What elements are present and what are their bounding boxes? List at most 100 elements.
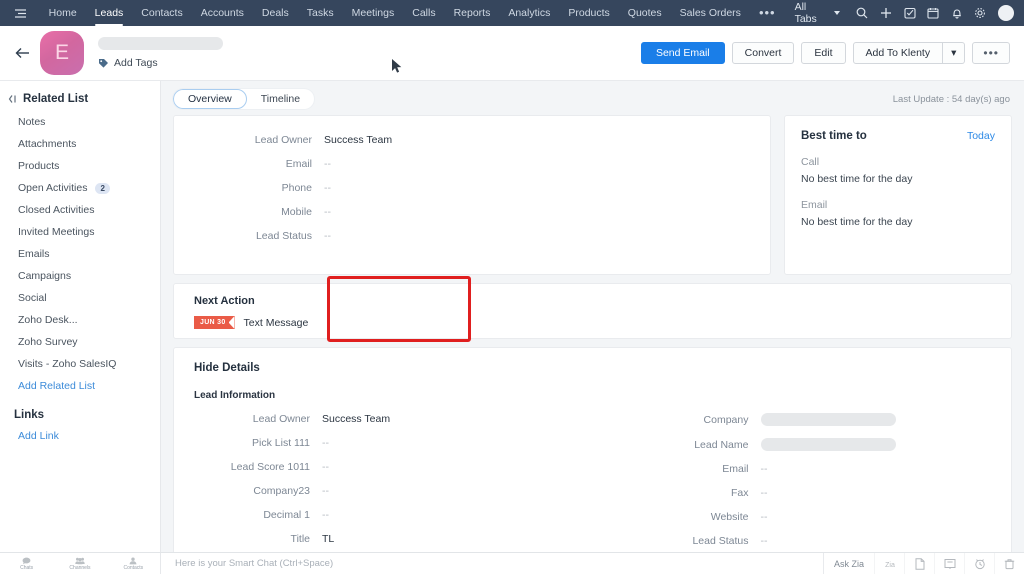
nav-item-analytics[interactable]: Analytics <box>499 0 559 26</box>
field-value[interactable]: -- <box>761 535 768 547</box>
detail-field-decimal-1: Decimal 1 -- <box>174 509 593 521</box>
sidebar-item-attachments[interactable]: Attachments <box>0 133 160 155</box>
field-value[interactable]: TL <box>322 533 334 545</box>
sidebar-item-zoho-desk[interactable]: Zoho Desk... <box>0 309 160 331</box>
tab-timeline[interactable]: Timeline <box>247 89 314 109</box>
back-arrow-icon[interactable] <box>10 40 36 66</box>
field-value[interactable]: -- <box>761 463 768 475</box>
hide-details-toggle[interactable]: Hide Details <box>174 362 1011 390</box>
field-value[interactable]: -- <box>322 461 329 473</box>
sidebar-item-emails[interactable]: Emails <box>0 243 160 265</box>
bell-icon[interactable] <box>945 0 969 26</box>
nav-item-leads[interactable]: Leads <box>86 0 133 26</box>
bottom-tab-chats[interactable]: Chats <box>0 553 53 574</box>
next-action-card: Next Action JUN 30 Text Message <box>173 283 1012 339</box>
bottom-tab-contacts[interactable]: Contacts <box>107 553 160 574</box>
field-value[interactable]: Success Team <box>324 134 392 146</box>
sidebar-item-open-activities[interactable]: Open Activities 2 <box>0 177 160 199</box>
trash-icon[interactable] <box>994 552 1024 574</box>
sidebar-item-label: Social <box>18 292 47 304</box>
convert-button[interactable]: Convert <box>731 42 795 64</box>
calendar-icon[interactable] <box>921 0 945 26</box>
add-tags-button[interactable]: Add Tags <box>98 57 223 69</box>
bottom-tab-channels[interactable]: Channels <box>53 553 106 574</box>
field-value[interactable]: -- <box>322 509 329 521</box>
field-label: Email <box>722 463 749 475</box>
detail-field-title: Title TL <box>174 533 593 545</box>
nav-item-sales-orders[interactable]: Sales Orders <box>671 0 750 26</box>
detail-field-fax: Fax -- <box>593 487 1012 499</box>
edit-button[interactable]: Edit <box>801 42 846 64</box>
field-label: Website <box>710 511 749 523</box>
hamburger-icon[interactable] <box>8 8 34 19</box>
nav-item-accounts[interactable]: Accounts <box>192 0 253 26</box>
nav-item-home[interactable]: Home <box>40 0 86 26</box>
details-right-column: Company Lead Name Email -- Fax -- Websit… <box>593 413 1012 552</box>
nav-item-contacts[interactable]: Contacts <box>132 0 191 26</box>
nav-more-icon[interactable]: ••• <box>750 3 785 23</box>
nav-item-calls[interactable]: Calls <box>403 0 444 26</box>
field-value[interactable]: -- <box>322 485 329 497</box>
all-tabs-dropdown[interactable]: All Tabs <box>785 1 851 25</box>
collapse-panel-icon[interactable] <box>8 94 17 104</box>
detail-field-lead-name: Lead Name <box>593 438 1012 451</box>
field-value[interactable]: -- <box>324 158 331 170</box>
plus-icon[interactable] <box>874 0 898 26</box>
sidebar-item-label: Products <box>18 160 60 172</box>
field-value[interactable]: -- <box>322 437 329 449</box>
nav-item-meetings[interactable]: Meetings <box>343 0 404 26</box>
document-icon[interactable] <box>904 552 934 574</box>
sidebar-item-invited-meetings[interactable]: Invited Meetings <box>0 221 160 243</box>
smart-chat-input[interactable]: Here is your Smart Chat (Ctrl+Space) <box>161 558 823 569</box>
best-time-call-value: No best time for the day <box>801 173 913 185</box>
nav-item-quotes[interactable]: Quotes <box>619 0 671 26</box>
best-time-today-link[interactable]: Today <box>967 130 995 142</box>
sidebar-item-label: Invited Meetings <box>18 226 95 238</box>
bottom-tab-label: Channels <box>69 564 91 571</box>
nav-item-products[interactable]: Products <box>559 0 618 26</box>
sidebar-item-notes[interactable]: Notes <box>0 111 160 133</box>
add-related-list-link[interactable]: Add Related List <box>0 375 160 397</box>
field-value[interactable]: -- <box>324 206 331 218</box>
sidebar-item-social[interactable]: Social <box>0 287 160 309</box>
all-tabs-label: All Tabs <box>794 1 817 25</box>
summary-field-phone: Phone -- <box>174 182 770 194</box>
field-value-redacted[interactable] <box>760 438 896 451</box>
gear-icon[interactable] <box>969 0 993 26</box>
presentation-icon[interactable] <box>934 552 964 574</box>
nav-item-reports[interactable]: Reports <box>445 0 500 26</box>
zia-icon[interactable]: Zia <box>874 552 904 574</box>
sidebar-item-campaigns[interactable]: Campaigns <box>0 265 160 287</box>
nav-item-deals[interactable]: Deals <box>253 0 298 26</box>
clock-icon[interactable] <box>964 552 994 574</box>
chevron-down-icon[interactable]: ▾ <box>943 42 966 64</box>
field-value[interactable]: -- <box>324 230 331 242</box>
field-value[interactable]: Success Team <box>322 413 390 425</box>
search-icon[interactable] <box>850 0 874 26</box>
next-action-label[interactable]: Text Message <box>244 317 309 329</box>
add-to-klenty-button[interactable]: Add To Klenty <box>852 42 944 64</box>
next-action-row[interactable]: JUN 30 Text Message <box>194 316 1011 329</box>
send-email-button[interactable]: Send Email <box>640 42 725 64</box>
sidebar-item-products[interactable]: Products <box>0 155 160 177</box>
tag-icon <box>98 58 109 69</box>
summary-field-mobile: Mobile -- <box>174 206 770 218</box>
add-link-link[interactable]: Add Link <box>0 425 160 447</box>
field-value[interactable]: -- <box>761 487 768 499</box>
top-navigation-bar: Home Leads Contacts Accounts Deals Tasks… <box>0 0 1024 26</box>
sidebar-item-visits-zoho-salesiq[interactable]: Visits - Zoho SalesIQ <box>0 353 160 375</box>
sidebar-item-closed-activities[interactable]: Closed Activities <box>0 199 160 221</box>
summary-field-lead-owner: Lead Owner Success Team <box>174 134 770 146</box>
ask-zia-button[interactable]: Ask Zia <box>822 552 874 574</box>
field-value[interactable]: -- <box>761 511 768 523</box>
checkbox-task-icon[interactable] <box>898 0 922 26</box>
nav-item-tasks[interactable]: Tasks <box>298 0 343 26</box>
tab-overview[interactable]: Overview <box>173 89 247 109</box>
user-avatar[interactable] <box>998 5 1014 21</box>
field-value[interactable]: -- <box>324 182 331 194</box>
sidebar-item-zoho-survey[interactable]: Zoho Survey <box>0 331 160 353</box>
more-actions-button[interactable]: ••• <box>972 42 1010 64</box>
field-label: Company <box>703 413 749 426</box>
field-value-redacted[interactable] <box>760 413 896 426</box>
details-columns: Lead Owner Success Team Pick List 111 --… <box>174 413 1011 552</box>
